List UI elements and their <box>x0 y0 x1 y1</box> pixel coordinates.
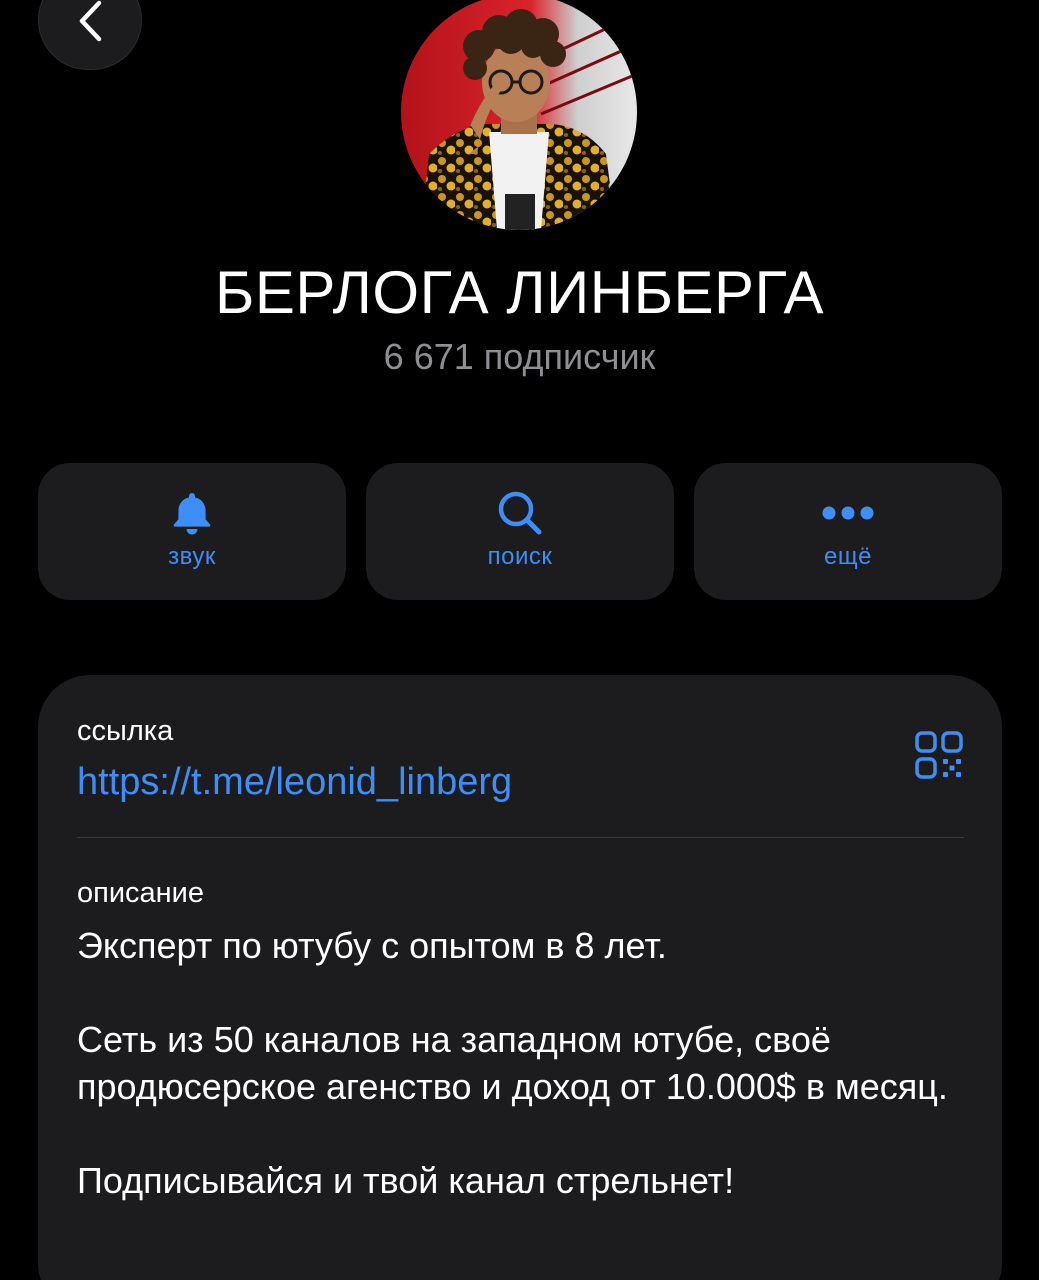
qr-code-button[interactable] <box>914 730 964 780</box>
sound-label: звук <box>168 543 216 570</box>
sound-button[interactable]: звук <box>38 463 346 600</box>
qr-code-icon <box>915 731 963 779</box>
channel-info-screen: БЕРЛОГА ЛИНБЕРГА 6 671 подписчик звук по… <box>0 0 1039 1280</box>
channel-title: БЕРЛОГА ЛИНБЕРГА <box>215 259 824 326</box>
search-label: поиск <box>487 543 553 570</box>
action-buttons: звук поиск ещё <box>38 463 1002 600</box>
more-button[interactable]: ещё <box>694 463 1002 600</box>
description-paragraph: Сеть из 50 каналов на западном ютубе, св… <box>77 1019 948 1107</box>
link-label: ссылка <box>77 715 174 747</box>
description-paragraph: Эксперт по ютубу с опытом в 8 лет. <box>77 925 667 966</box>
description-paragraph: Подписывайся и твой канал стрельнет! <box>77 1160 735 1201</box>
description-text: Эксперт по ютубу с опытом в 8 лет. Сеть … <box>77 922 957 1204</box>
chevron-left-icon <box>79 0 102 42</box>
channel-info-card: ссылка https://t.me/leonid_linberg описа… <box>38 675 1002 1280</box>
bell-icon <box>173 493 211 535</box>
subscriber-count: 6 671 подписчик <box>383 336 656 377</box>
channel-avatar[interactable] <box>401 0 637 230</box>
avatar-image <box>401 0 637 230</box>
divider <box>77 837 964 838</box>
back-button[interactable] <box>38 0 142 70</box>
more-dots-icon <box>822 506 874 520</box>
description-label: описание <box>77 877 205 909</box>
search-button[interactable]: поиск <box>366 463 674 600</box>
search-icon <box>498 491 542 535</box>
more-label: ещё <box>824 543 872 570</box>
channel-link[interactable]: https://t.me/leonid_linberg <box>77 761 512 804</box>
